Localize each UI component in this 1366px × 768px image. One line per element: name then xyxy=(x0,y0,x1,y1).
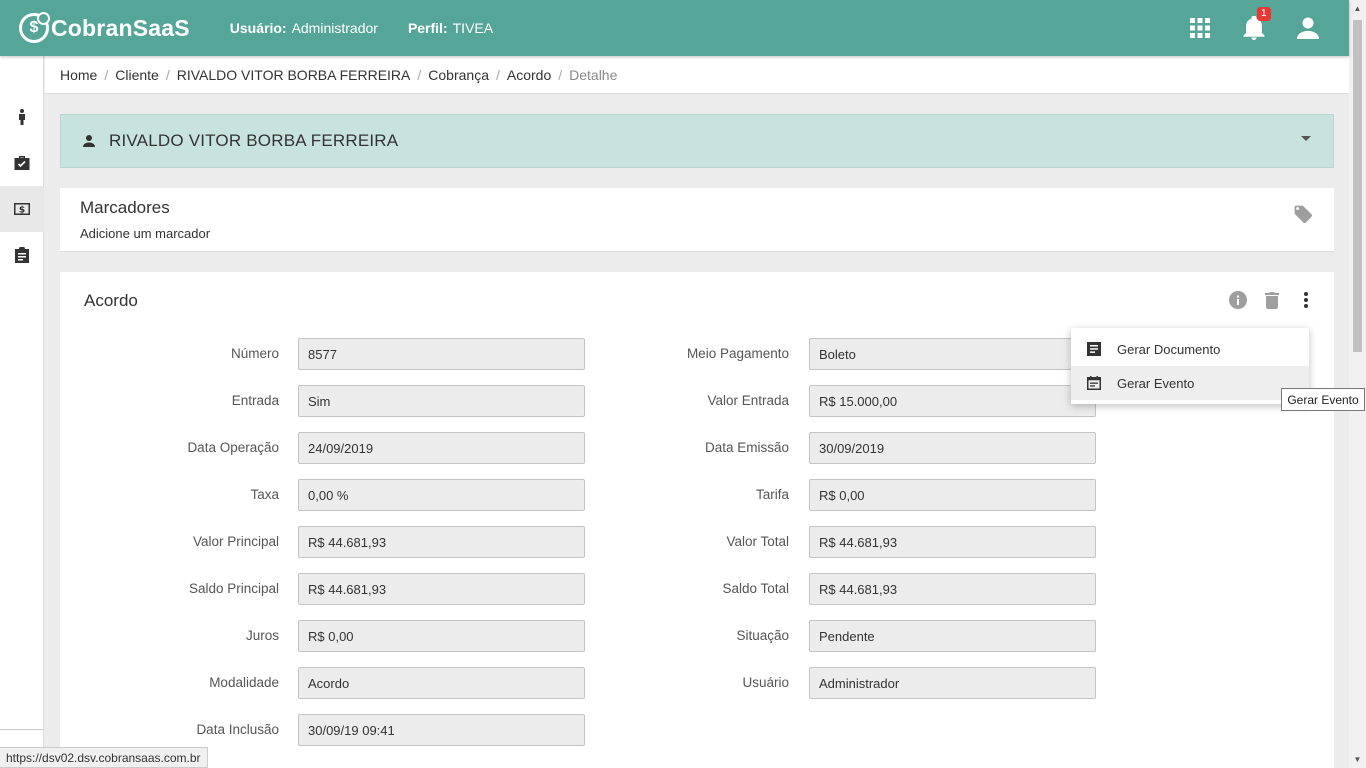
markers-panel: Marcadores Adicione um marcador xyxy=(60,188,1334,252)
brand-name: CobranSaaS xyxy=(51,14,190,41)
field-label: Número xyxy=(230,346,279,361)
profile-info: Perfil: TIVEA xyxy=(408,20,493,36)
profile-value: TIVEA xyxy=(452,20,494,36)
field-label: Meio Pagamento xyxy=(686,346,789,361)
field-value-input[interactable]: R$ 0,00 xyxy=(809,479,1096,511)
user-label: Usuário: xyxy=(229,20,287,36)
sidebar-item-person[interactable] xyxy=(0,94,44,140)
scroll-down-arrow-icon[interactable]: ▼ xyxy=(1349,751,1366,768)
field-value-input[interactable]: 0,00 % xyxy=(298,479,585,511)
account-button[interactable] xyxy=(1281,0,1335,56)
field-label: Valor Total xyxy=(726,534,789,549)
sidebar-divider xyxy=(0,729,44,730)
field-value-input[interactable]: R$ 44.681,93 xyxy=(809,573,1096,605)
breadcrumb-home[interactable]: Home xyxy=(60,67,97,83)
scroll-thumb[interactable] xyxy=(1353,20,1362,352)
apps-grid-icon xyxy=(1190,18,1210,38)
field-label: Data Operação xyxy=(187,440,279,455)
client-panel[interactable]: RIVALDO VITOR BORBA FERREIRA xyxy=(60,114,1334,168)
field-value-input[interactable]: Pendente xyxy=(809,620,1096,652)
field-label: Taxa xyxy=(250,487,279,502)
notifications-button[interactable]: 1 xyxy=(1227,0,1281,56)
tag-icon[interactable] xyxy=(1294,205,1312,223)
brand-logo[interactable]: $ CobranSaaS xyxy=(19,12,190,43)
client-name: RIVALDO VITOR BORBA FERREIRA xyxy=(109,131,399,150)
field-label: Data Inclusão xyxy=(196,722,279,737)
field-value-input[interactable]: R$ 44.681,93 xyxy=(298,526,585,558)
field-value-input[interactable]: Acordo xyxy=(298,667,585,699)
breadcrumb-client-name[interactable]: RIVALDO VITOR BORBA FERREIRA xyxy=(177,67,411,83)
field-label: Data Emissão xyxy=(704,440,789,455)
sidebar-item-clipboard[interactable] xyxy=(0,232,44,278)
field-value-input[interactable]: 8577 xyxy=(298,338,585,370)
field-label: Saldo Total xyxy=(722,581,789,596)
actions-menu: Gerar Documento Gerar Evento xyxy=(1071,328,1309,404)
apps-button[interactable] xyxy=(1173,0,1227,56)
field-label: Valor Entrada xyxy=(707,393,789,408)
briefcase-icon xyxy=(14,156,30,170)
logo-icon: $ xyxy=(19,12,50,43)
more-options-button[interactable] xyxy=(1294,289,1318,311)
event-icon xyxy=(1087,376,1101,390)
vertical-scrollbar[interactable]: ▲ ▼ xyxy=(1349,0,1366,768)
field-value-input[interactable]: 30/09/19 09:41 xyxy=(298,714,585,746)
field-value-input[interactable]: Administrador xyxy=(809,667,1096,699)
breadcrumb-cliente[interactable]: Cliente xyxy=(115,67,159,83)
info-button[interactable] xyxy=(1226,289,1250,311)
sidebar-item-briefcase[interactable] xyxy=(0,140,44,186)
sidebar-item-money[interactable]: $ xyxy=(0,186,44,232)
field-label: Saldo Principal xyxy=(188,581,279,596)
person-icon xyxy=(83,135,95,147)
notification-badge: 1 xyxy=(1257,7,1271,21)
menu-item-label: Gerar Evento xyxy=(1117,375,1195,391)
field-value-input[interactable]: R$ 44.681,93 xyxy=(809,526,1096,558)
money-icon: $ xyxy=(14,203,30,215)
delete-button[interactable] xyxy=(1260,289,1284,311)
acordo-title: Acordo xyxy=(84,291,138,310)
browser-status-url: https://dsv02.dsv.cobransaas.com.br xyxy=(0,747,208,768)
trash-icon xyxy=(1265,292,1279,309)
breadcrumb-acordo[interactable]: Acordo xyxy=(507,67,551,83)
field-value-input[interactable]: R$ 0,00 xyxy=(298,620,585,652)
field-value-input[interactable]: 24/09/2019 xyxy=(298,432,585,464)
field-value-input[interactable]: R$ 15.000,00 xyxy=(809,385,1096,417)
field-label: Tarifa xyxy=(755,487,789,502)
field-value-input[interactable]: Sim xyxy=(298,385,585,417)
profile-label: Perfil: xyxy=(407,20,448,36)
tooltip: Gerar Evento xyxy=(1281,388,1365,411)
left-sidebar: $ xyxy=(0,56,44,768)
user-info: Usuário: Administrador xyxy=(230,20,378,36)
account-icon xyxy=(1297,17,1319,39)
field-label: Valor Principal xyxy=(192,534,279,549)
person-icon xyxy=(19,109,25,125)
menu-item-gerar-documento[interactable]: Gerar Documento xyxy=(1071,332,1309,366)
user-value: Administrador xyxy=(291,20,378,36)
top-app-bar: $ CobranSaaS Usuário: Administrador Perf… xyxy=(0,0,1349,56)
breadcrumb: Home / Cliente / RIVALDO VITOR BORBA FER… xyxy=(45,56,1349,94)
markers-title: Marcadores xyxy=(80,198,170,217)
field-value-input[interactable]: 30/09/2019 xyxy=(809,432,1096,464)
scroll-up-arrow-icon[interactable]: ▲ xyxy=(1349,0,1366,17)
field-label: Juros xyxy=(245,628,279,643)
menu-item-gerar-evento[interactable]: Gerar Evento xyxy=(1071,366,1309,400)
field-label: Usuário xyxy=(742,675,789,690)
field-label: Modalidade xyxy=(209,675,279,690)
field-label: Entrada xyxy=(231,393,279,408)
breadcrumb-detalhe: Detalhe xyxy=(569,66,618,83)
breadcrumb-cobranca[interactable]: Cobrança xyxy=(428,67,489,83)
more-vert-icon xyxy=(1304,292,1308,308)
clipboard-icon xyxy=(15,247,29,263)
field-value-input[interactable]: Boleto xyxy=(809,338,1096,370)
add-marker-link[interactable]: Adicione um marcador xyxy=(80,226,1314,241)
menu-item-label: Gerar Documento xyxy=(1117,341,1221,357)
field-label: Situação xyxy=(736,628,789,643)
svg-text:$: $ xyxy=(19,206,25,216)
chevron-down-icon[interactable] xyxy=(1301,136,1311,141)
field-value-input[interactable]: R$ 44.681,93 xyxy=(298,573,585,605)
document-icon xyxy=(1087,342,1101,356)
info-icon xyxy=(1229,291,1247,309)
